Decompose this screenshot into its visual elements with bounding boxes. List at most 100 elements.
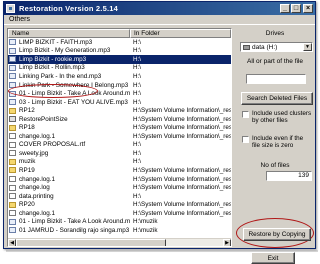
document-icon xyxy=(9,184,16,191)
column-header-folder[interactable]: In Folder xyxy=(130,29,231,38)
audio-file-icon xyxy=(9,99,16,106)
file-name-cell: change.log.1 xyxy=(8,210,130,217)
maximize-button[interactable]: □ xyxy=(291,4,301,13)
deleted-files-list[interactable]: Name In Folder LIMP BIZKIT - FAITH.mp3 H:… xyxy=(7,28,232,247)
settings-file-icon xyxy=(9,116,16,123)
file-folder: H:\System Volume Information\_resto xyxy=(133,166,231,174)
file-name: sweety.jpg xyxy=(19,149,49,157)
audio-file-icon xyxy=(9,90,16,97)
table-row[interactable]: Limp Bizkit - rookie.mp3 H:\ xyxy=(8,55,231,64)
chevron-down-icon[interactable]: ▼ xyxy=(303,43,312,51)
file-name: COVER PROPOSAL.rtf xyxy=(19,141,86,149)
table-row[interactable]: 01 - Limp Bizkit - Take A Look Around.mp… xyxy=(8,89,231,98)
table-row[interactable]: Limp Bizkit - Rollin.mp3 H:\ xyxy=(8,64,231,73)
document-icon xyxy=(9,176,16,183)
list-header: Name In Folder xyxy=(8,29,231,38)
file-name: RP18 xyxy=(19,124,35,132)
menu-others[interactable]: Others xyxy=(7,16,32,23)
file-folder: H:\ xyxy=(133,64,142,72)
file-folder: H:\muzik xyxy=(133,218,158,226)
file-name-cell: RP20 xyxy=(8,201,130,208)
file-name-cell: RP18 xyxy=(8,124,130,131)
file-name-cell: change.log.1 xyxy=(8,133,130,140)
column-header-name[interactable]: Name xyxy=(8,29,130,38)
file-name-cell: change.log.1 xyxy=(8,176,130,183)
file-name-cell: 01 - Limp Bizkit - Take A Look Around.mp… xyxy=(8,218,130,225)
file-folder: H:\System Volume Information\_resto xyxy=(133,115,231,123)
drive-select[interactable]: data (H:) ▼ xyxy=(240,42,313,52)
file-part-label: All or part of the file xyxy=(247,58,303,65)
file-name: RP20 xyxy=(19,201,35,209)
drive-selected-value: data (H:) xyxy=(252,43,278,51)
file-name: change.log.1 xyxy=(19,175,56,183)
table-row[interactable]: RP12 H:\System Volume Information\_resto xyxy=(8,106,231,115)
table-row[interactable]: RP19 H:\System Volume Information\_resto xyxy=(8,166,231,175)
table-row[interactable]: RP20 H:\System Volume Information\_resto xyxy=(8,200,231,209)
close-icon: × xyxy=(305,5,311,12)
file-folder: H:\System Volume Information\_resto xyxy=(133,201,231,209)
audio-file-icon xyxy=(9,82,16,88)
include-used-clusters-checkbox[interactable] xyxy=(242,111,249,118)
table-row[interactable]: 01 JAMRUD - Sorandilg rajo singa.mp3 H:\m… xyxy=(8,226,231,235)
file-name: Limp Bizkit - rookie.mp3 xyxy=(19,55,87,63)
scroll-left-icon[interactable]: ◀ xyxy=(8,239,16,246)
restore-by-copying-button[interactable]: Restore by Copying xyxy=(243,228,311,241)
table-row[interactable]: change.log.1 H:\System Volume Information… xyxy=(8,209,231,218)
folder-icon xyxy=(9,167,16,174)
file-name-cell: Limp Bizkit - My Generation.mp3 xyxy=(8,47,130,54)
include-zero-size-checkbox[interactable] xyxy=(242,136,249,143)
table-row[interactable]: sweety.jpg H:\ xyxy=(8,149,231,158)
table-row[interactable]: change.log.1 H:\System Volume Information… xyxy=(8,132,231,141)
options-panel: Drives data (H:) ▼ All or part of the fi… xyxy=(236,28,314,264)
scroll-right-icon[interactable]: ▶ xyxy=(223,239,231,246)
search-deleted-files-button[interactable]: Search Deleted Files xyxy=(241,92,313,105)
window-title: Restoration Version 2.5.14 xyxy=(19,4,118,13)
table-row[interactable]: 03 - Limp Bizkit - EAT YOU ALIVE.mp3 H:\ xyxy=(8,98,231,107)
table-row[interactable]: Linkin Park - Somewhere I Belong.mp3 H:\ xyxy=(8,81,231,90)
table-row[interactable]: COVER PROPOSAL.rtf H:\ xyxy=(8,141,231,150)
audio-file-icon xyxy=(9,39,16,46)
file-folder: H:\System Volume Information\_resto xyxy=(133,175,231,183)
file-folder: H:\muzik xyxy=(133,226,158,234)
title-bar[interactable]: Restoration Version 2.5.14 _ □ × xyxy=(4,2,315,15)
include-zero-size-label: Include even if the file size is zero xyxy=(252,135,304,150)
table-row[interactable]: Limp Bizkit - My Generation.mp3 H:\ xyxy=(8,47,231,56)
scroll-thumb[interactable] xyxy=(16,239,166,246)
minimize-button[interactable]: _ xyxy=(280,4,290,13)
file-name-cell: Linking Park - In the end.mp3 xyxy=(8,73,130,80)
file-name: change.log xyxy=(19,184,50,192)
file-folder: H:\System Volume Information\_resto xyxy=(133,132,231,140)
table-row[interactable]: RP18 H:\System Volume Information\_resto xyxy=(8,123,231,132)
close-button[interactable]: × xyxy=(303,4,313,13)
horizontal-scrollbar[interactable]: ◀ ▶ xyxy=(8,238,231,246)
file-name: LIMP BIZKIT - FAITH.mp3 xyxy=(19,38,93,46)
table-row[interactable]: 01 - Limp Bizkit - Take A Look Around.mp… xyxy=(8,217,231,226)
file-name-cell: 01 - Limp Bizkit - Take A Look Around.mp… xyxy=(8,90,130,97)
table-row[interactable]: data.printing H:\ xyxy=(8,192,231,201)
file-folder: H:\ xyxy=(133,38,142,46)
table-row[interactable]: RestorePointSize H:\System Volume Informa… xyxy=(8,115,231,124)
file-folder: H:\ xyxy=(133,158,142,166)
file-name-cell: LIMP BIZKIT - FAITH.mp3 xyxy=(8,39,130,46)
table-row[interactable]: change.log H:\System Volume Information\_… xyxy=(8,183,231,192)
table-row[interactable]: LIMP BIZKIT - FAITH.mp3 H:\ xyxy=(8,38,231,47)
file-name-cell: data.printing xyxy=(8,193,130,200)
table-row[interactable]: Linking Park - In the end.mp3 H:\ xyxy=(8,72,231,81)
file-folder: H:\ xyxy=(133,141,142,149)
file-name-cell: Limp Bizkit - Rollin.mp3 xyxy=(8,64,130,71)
table-row[interactable]: muzik H:\ xyxy=(8,158,231,167)
audio-file-icon xyxy=(9,64,16,71)
scroll-track[interactable] xyxy=(166,239,223,246)
file-name: muzik xyxy=(19,158,36,166)
file-name: RP19 xyxy=(19,166,35,174)
file-folder: H:\ xyxy=(133,55,142,63)
audio-file-icon xyxy=(9,56,16,63)
audio-file-icon xyxy=(9,218,16,225)
menu-bar: Others xyxy=(4,15,315,25)
file-name-cell: 01 JAMRUD - Sorandilg rajo singa.mp3 xyxy=(8,227,130,234)
exit-button[interactable]: Exit xyxy=(251,252,295,264)
file-name-cell: sweety.jpg xyxy=(8,150,130,157)
file-folder: H:\ xyxy=(133,47,142,55)
file-part-input[interactable] xyxy=(246,74,306,84)
table-row[interactable]: change.log.1 H:\System Volume Information… xyxy=(8,175,231,184)
